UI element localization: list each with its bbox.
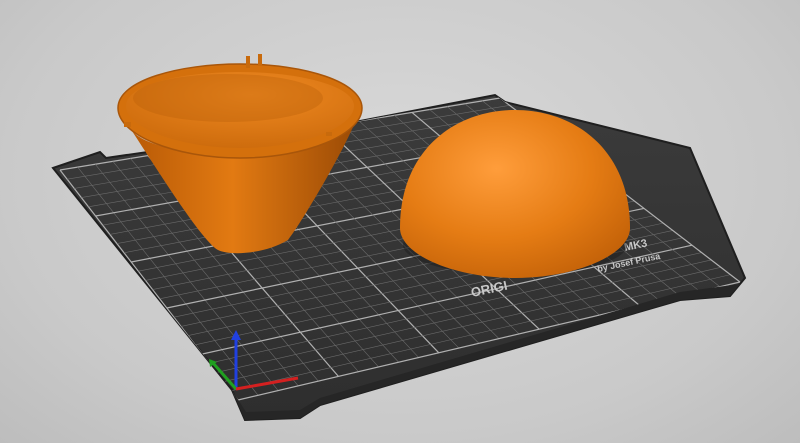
cone-inner-shade bbox=[133, 74, 323, 122]
3d-viewport[interactable]: MK3 by Josef Prusa ORIGI bbox=[0, 0, 800, 443]
scene-canvas[interactable]: MK3 by Josef Prusa ORIGI bbox=[0, 0, 800, 443]
cone-tab-right bbox=[258, 54, 262, 66]
cone-tab-side bbox=[326, 132, 332, 136]
cone-tab-front bbox=[124, 122, 131, 127]
cone-tab-left bbox=[246, 56, 250, 68]
